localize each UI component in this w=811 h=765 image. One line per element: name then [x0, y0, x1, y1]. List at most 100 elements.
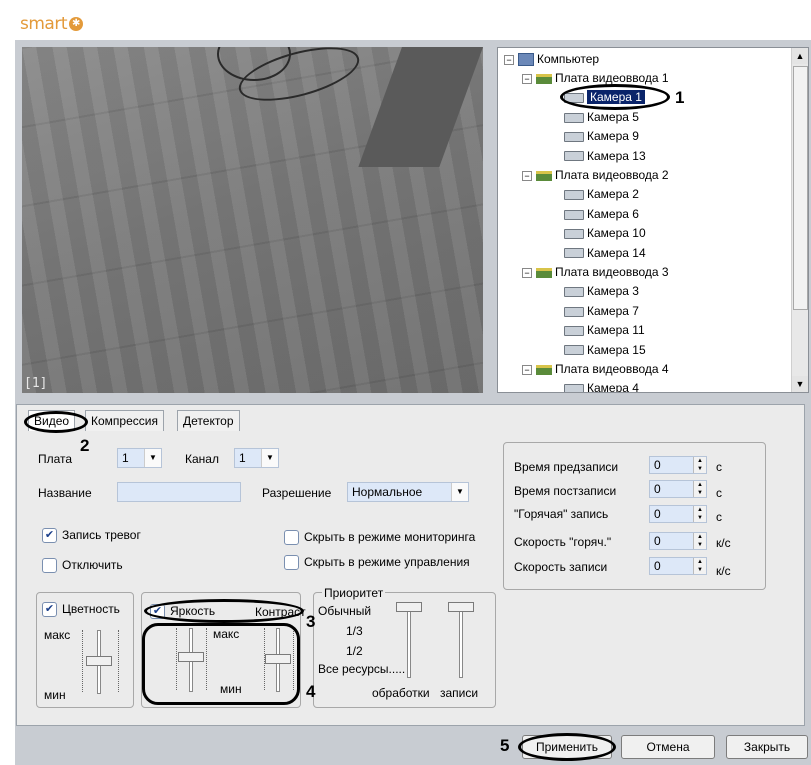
record-speed-unit: к/с	[716, 564, 731, 578]
camera-icon	[564, 132, 584, 143]
callout-ring-brightness	[144, 599, 304, 623]
board-icon	[536, 73, 552, 84]
spin-arrows-icon[interactable]: ▲ ▼	[693, 506, 706, 522]
chevron-down-icon[interactable]: ▼	[144, 449, 161, 467]
gear-icon: ✱	[69, 17, 83, 31]
collapse-icon[interactable]: −	[522, 170, 532, 181]
board-icon	[536, 364, 552, 375]
checkbox-icon[interactable]	[284, 555, 299, 571]
tree-camera-label: Камера 9	[587, 129, 639, 144]
tree-board-item[interactable]: − Плата видеоввода 3	[522, 263, 669, 282]
tree-board-label: Плата видеоввода 3	[555, 265, 669, 279]
color-max-label: макс	[44, 628, 71, 642]
alarm-record-checkbox[interactable]: ✔ Запись тревог	[42, 528, 141, 544]
tree-camera-label: Камера 13	[587, 148, 646, 163]
tree-camera-item[interactable]: Камера 15	[564, 341, 646, 360]
processing-slider-thumb[interactable]	[396, 602, 422, 612]
priority-level-third: 1/3	[346, 624, 363, 638]
spin-arrows-icon[interactable]: ▲ ▼	[693, 481, 706, 497]
tree-camera-label: Камера 10	[587, 226, 646, 241]
tree-camera-label: Камера 11	[587, 323, 645, 338]
hot-record-spinner[interactable]: 0 ▲ ▼	[649, 505, 707, 523]
post-record-label: Время постзаписи	[514, 484, 617, 498]
board-icon	[536, 170, 552, 181]
tree-camera-item[interactable]: Камера 10	[564, 224, 646, 243]
tree-camera-item[interactable]: Камера 7	[564, 302, 639, 321]
tree-camera-item[interactable]: Камера 11	[564, 321, 645, 340]
tree-camera-item[interactable]: Камера 2	[564, 185, 639, 204]
resolution-select[interactable]: Нормальное ▼	[347, 482, 469, 502]
checkbox-checked-icon[interactable]: ✔	[42, 528, 57, 544]
camera-overlay-label: [1]	[24, 376, 48, 391]
scroll-thumb[interactable]	[793, 66, 808, 310]
hot-speed-spinner[interactable]: 0 ▲ ▼	[649, 532, 707, 550]
scroll-down-icon[interactable]: ▼	[792, 376, 808, 392]
video-preview[interactable]: [1]	[22, 47, 483, 393]
post-record-spinner[interactable]: 0 ▲ ▼	[649, 480, 707, 498]
disable-label: Отключить	[62, 558, 123, 572]
pre-record-label: Время предзаписи	[514, 460, 619, 474]
channel-label: Канал	[185, 452, 219, 466]
scroll-up-icon[interactable]: ▲	[792, 48, 808, 64]
tree-root-item[interactable]: − Компьютер	[504, 50, 599, 69]
spin-arrows-icon[interactable]: ▲ ▼	[693, 533, 706, 549]
tree-camera-label: Камера 4	[587, 381, 639, 393]
channel-select[interactable]: 1 ▼	[234, 448, 279, 468]
app-logo: smart ✱	[20, 14, 83, 34]
board-select[interactable]: 1 ▼	[117, 448, 162, 468]
tree-scrollbar[interactable]: ▲ ▼	[791, 48, 808, 392]
color-checkbox[interactable]: ✔ Цветность	[42, 602, 120, 618]
record-slider-track[interactable]	[459, 604, 463, 678]
priority-level-normal: Обычный	[318, 604, 372, 618]
collapse-icon[interactable]: −	[522, 73, 532, 84]
name-field[interactable]	[117, 482, 241, 502]
tree-board-item[interactable]: − Плата видеоввода 4	[522, 360, 669, 379]
tree-camera-label: Камера 15	[587, 342, 646, 357]
checkbox-icon[interactable]	[284, 530, 299, 546]
hide-control-checkbox[interactable]: Скрыть в режиме управления	[284, 555, 470, 571]
tab-compression[interactable]: Компрессия	[85, 410, 164, 431]
chevron-down-icon[interactable]: ▼	[261, 449, 278, 467]
cancel-button[interactable]: Отмена	[621, 735, 715, 759]
tab-detector[interactable]: Детектор	[177, 410, 240, 431]
hide-monitoring-checkbox[interactable]: Скрыть в режиме мониторинга	[284, 530, 476, 546]
checkbox-checked-icon[interactable]: ✔	[42, 602, 57, 618]
color-min-label: мин	[44, 688, 66, 702]
hide-control-label: Скрыть в режиме управления	[304, 555, 470, 569]
spin-arrows-icon[interactable]: ▲ ▼	[693, 558, 706, 574]
chevron-down-icon[interactable]: ▼	[451, 483, 468, 501]
hot-record-unit: с	[716, 510, 722, 524]
tree-camera-item[interactable]: Камера 3	[564, 282, 639, 301]
name-label: Название	[38, 486, 92, 500]
record-speed-label: Скорость записи	[514, 560, 608, 574]
record-slider-thumb[interactable]	[448, 602, 474, 612]
board-icon	[536, 267, 552, 278]
collapse-icon[interactable]: −	[522, 267, 532, 278]
hide-monitoring-label: Скрыть в режиме мониторинга	[304, 530, 476, 544]
color-label: Цветность	[62, 602, 120, 616]
disable-checkbox[interactable]: Отключить	[42, 558, 123, 574]
tree-board-item[interactable]: − Плата видеоввода 2	[522, 166, 669, 185]
close-button[interactable]: Закрыть	[726, 735, 808, 759]
tree-camera-item[interactable]: Камера 9	[564, 127, 639, 146]
camera-icon	[564, 248, 584, 259]
record-speed-spinner[interactable]: 0 ▲ ▼	[649, 557, 707, 575]
color-slider-thumb[interactable]	[86, 656, 112, 666]
camera-icon	[564, 112, 584, 123]
tree-camera-label: Камера 7	[587, 303, 639, 318]
collapse-icon[interactable]: −	[504, 54, 514, 65]
checkbox-icon[interactable]	[42, 558, 57, 574]
priority-level-all: Все ресурсы.....	[318, 662, 406, 676]
callout-ring-video-tab	[24, 411, 88, 433]
processing-slider-track[interactable]	[407, 604, 411, 678]
tree-camera-item[interactable]: Камера 4	[564, 379, 639, 393]
tree-camera-item[interactable]: Камера 13	[564, 147, 646, 166]
tree-camera-item[interactable]: Камера 14	[564, 244, 646, 263]
tree-camera-item[interactable]: Камера 5	[564, 108, 639, 127]
spin-arrows-icon[interactable]: ▲ ▼	[693, 457, 706, 473]
collapse-icon[interactable]: −	[522, 364, 532, 375]
tree-camera-item[interactable]: Камера 6	[564, 205, 639, 224]
pre-record-spinner[interactable]: 0 ▲ ▼	[649, 456, 707, 474]
tree-camera-label: Камера 14	[587, 245, 646, 260]
hot-record-value: 0	[654, 507, 661, 521]
